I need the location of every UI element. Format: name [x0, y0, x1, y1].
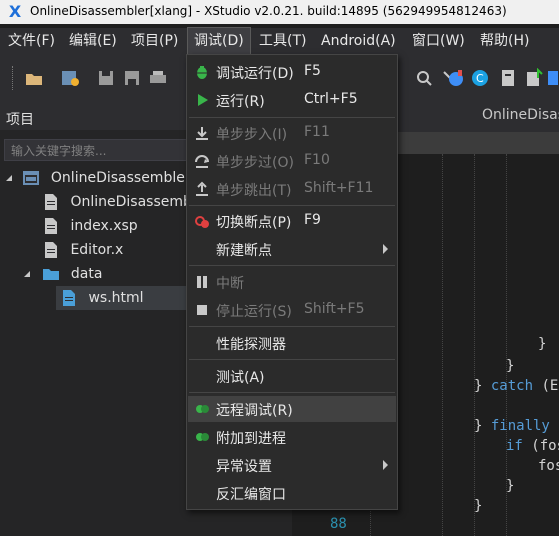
- menu-item-profiler[interactable]: 性能探测器: [188, 330, 396, 356]
- submenu-arrow-icon: [383, 460, 388, 470]
- menu-item-attach-process[interactable]: 附加到进程: [188, 424, 396, 450]
- tree-item-label: OnlineDisassembler: [50, 170, 191, 186]
- step-out-icon: [194, 181, 210, 197]
- menu-edit[interactable]: 编辑(E): [63, 28, 123, 54]
- tree-item-file[interactable]: Editor.x: [42, 238, 123, 262]
- search-icon[interactable]: [414, 68, 434, 88]
- code-keyword: finally: [490, 418, 550, 434]
- tree-item-file[interactable]: index.xsp: [42, 214, 138, 238]
- svg-text:C: C: [476, 72, 484, 85]
- code-line-if: if (fos: [506, 438, 559, 454]
- attach-process-icon: [194, 429, 210, 445]
- file-icon: [42, 217, 60, 235]
- title-bar: X OnlineDisassembler[xlang] - XStudio v2…: [0, 0, 559, 24]
- code-keyword: catch: [490, 378, 534, 394]
- collapse-arrow-icon[interactable]: [22, 265, 32, 283]
- menu-separator: [189, 265, 395, 266]
- menu-project[interactable]: 项目(P): [125, 28, 184, 54]
- file-icon: [42, 241, 60, 259]
- window-title: OnlineDisassembler[xlang] - XStudio v2.0…: [30, 4, 507, 18]
- menu-item-step-over[interactable]: 单步步过(O) F10: [188, 148, 396, 174]
- menu-item-new-breakpoint[interactable]: 新建断点: [188, 236, 396, 262]
- menu-help[interactable]: 帮助(H): [474, 28, 535, 54]
- debug-dropdown-menu: 调试运行(D) F5 运行(R) Ctrl+F5 单步步入(I) F11 单步步…: [186, 54, 398, 510]
- line-number: 88: [330, 516, 347, 532]
- menu-item-step-out[interactable]: 单步跳出(T) Shift+F11: [188, 176, 396, 202]
- code-keyword: if: [506, 438, 523, 454]
- file-icon: [42, 193, 60, 211]
- menu-item-disassembly-window[interactable]: 反汇编窗口: [188, 480, 396, 506]
- open-folder-icon[interactable]: [24, 68, 44, 88]
- toolbar-grip: [12, 66, 16, 90]
- menu-item-debug-run[interactable]: 调试运行(D) F5: [188, 59, 396, 85]
- tree-item-file-selected[interactable]: ws.html: [56, 286, 190, 310]
- code-line-catch: } catch (Ex: [474, 378, 559, 394]
- remote-debug-icon: [194, 401, 210, 417]
- step-over-icon: [194, 153, 210, 169]
- file-icon: [60, 289, 78, 307]
- menu-tools[interactable]: 工具(T): [253, 28, 312, 54]
- menu-bar: 文件(F) 编辑(E) 项目(P) 调试(D) 工具(T) Android(A)…: [0, 27, 559, 55]
- save-icon[interactable]: [96, 68, 116, 88]
- menu-item-step-into[interactable]: 单步步入(I) F11: [188, 120, 396, 146]
- stop-icon: [194, 302, 210, 318]
- save-all-icon[interactable]: [122, 68, 142, 88]
- class-icon[interactable]: C: [470, 68, 490, 88]
- menu-separator: [189, 205, 395, 206]
- menu-item-exception-settings[interactable]: 异常设置: [188, 452, 396, 478]
- menu-item-break[interactable]: 中断: [188, 269, 396, 295]
- menu-separator: [189, 326, 395, 327]
- menu-item-test[interactable]: 测试(A): [188, 363, 396, 389]
- document-icon[interactable]: [498, 68, 518, 88]
- menu-android[interactable]: Android(A): [315, 28, 402, 54]
- editor-tab[interactable]: OnlineDisas: [482, 107, 559, 123]
- breakpoint-icon: [194, 213, 210, 229]
- code-text: (fos: [531, 438, 559, 454]
- code-brace: }: [506, 358, 515, 374]
- pause-icon: [194, 274, 210, 290]
- code-line-finally: } finally {: [474, 418, 559, 434]
- new-project-icon[interactable]: [60, 68, 80, 88]
- indent-guide: [474, 154, 476, 536]
- code-icon[interactable]: [548, 68, 559, 88]
- code-brace: }: [538, 336, 547, 352]
- tree-item-file[interactable]: OnlineDisassembler: [42, 190, 210, 214]
- tree-item-label: index.xsp: [70, 218, 138, 234]
- bug-icon: [194, 64, 210, 80]
- indent-guide: [442, 154, 444, 536]
- menu-item-stop[interactable]: 停止运行(S) Shift+F5: [188, 297, 396, 323]
- tree-item-label: ws.html: [88, 290, 144, 306]
- export-icon[interactable]: [524, 67, 544, 88]
- code-brace: }: [474, 498, 483, 514]
- folder-icon: [42, 265, 60, 283]
- print-icon[interactable]: [148, 68, 168, 88]
- code-brace: }: [506, 478, 515, 494]
- tree-item-project-root[interactable]: OnlineDisassembler: [4, 166, 191, 190]
- menu-separator: [189, 359, 395, 360]
- play-icon: [194, 92, 210, 108]
- code-text: (Ex: [541, 378, 559, 394]
- menu-item-remote-debug[interactable]: 远程调试(R): [188, 396, 396, 422]
- menu-window[interactable]: 窗口(W): [406, 28, 471, 54]
- code-line-fos: fos: [538, 458, 559, 474]
- menu-separator: [189, 392, 395, 393]
- app-logo-icon: X: [8, 2, 22, 21]
- submenu-arrow-icon: [383, 244, 388, 254]
- menu-debug[interactable]: 调试(D): [187, 27, 251, 55]
- step-into-icon: [194, 125, 210, 141]
- project-panel-title: 项目: [6, 112, 34, 128]
- object-icon[interactable]: [446, 68, 466, 88]
- menu-item-toggle-breakpoint[interactable]: 切换断点(P) F9: [188, 208, 396, 234]
- menu-item-run[interactable]: 运行(R) Ctrl+F5: [188, 87, 396, 113]
- menu-separator: [189, 117, 395, 118]
- tree-item-label: data: [70, 266, 103, 282]
- menu-file[interactable]: 文件(F): [2, 28, 61, 54]
- tree-item-folder[interactable]: data: [22, 262, 102, 286]
- collapse-arrow-icon[interactable]: [4, 169, 14, 187]
- tree-item-label: Editor.x: [70, 242, 124, 258]
- project-icon: [22, 169, 40, 187]
